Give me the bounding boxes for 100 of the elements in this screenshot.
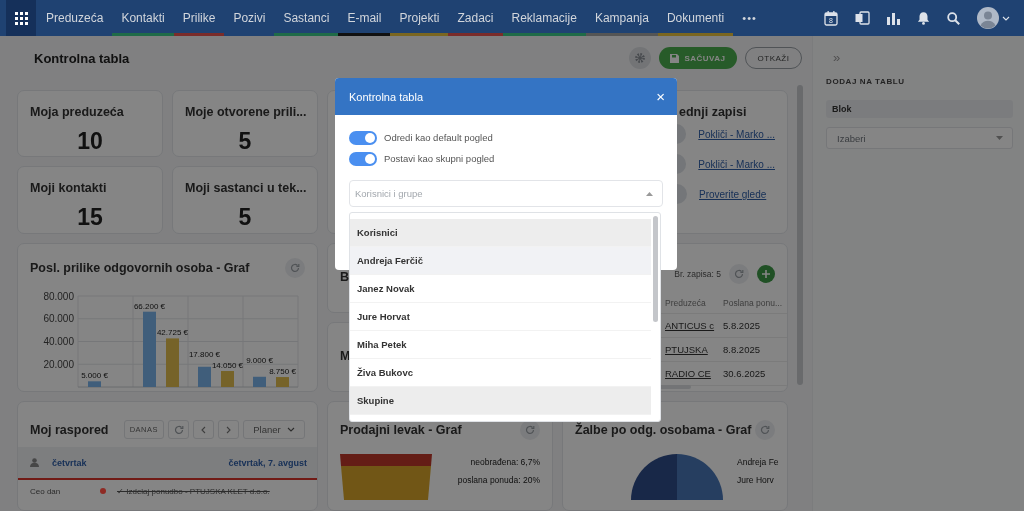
refresh-icon (290, 263, 300, 273)
plus-icon (762, 270, 770, 278)
card-title: Moji sastanci u tek... (185, 181, 305, 195)
chart-label: poslana ponuda: 20% (457, 475, 540, 485)
refresh-icon (760, 425, 770, 435)
dropdown-option[interactable]: Miha Petek (350, 331, 651, 359)
axis-tick-label: 60.000 (43, 313, 74, 325)
company-link[interactable]: ANTICUS c (661, 320, 719, 331)
dialog-title: Kontrolna tabla (349, 90, 423, 103)
nav-tab[interactable]: Sastanci (274, 0, 339, 36)
add-button[interactable] (757, 265, 775, 283)
nav-tab[interactable]: Pozivi (224, 0, 275, 36)
group-header: Korisnici (350, 219, 651, 247)
column-header: Poslana ponu... (722, 297, 784, 308)
nav-tab[interactable]: Preduzeća (37, 0, 113, 36)
bar (166, 338, 179, 387)
gear-icon (634, 52, 646, 64)
avatar[interactable] (977, 7, 999, 29)
view-dropdown[interactable]: Planer (243, 420, 305, 439)
nav-tab[interactable]: Dokumenti (657, 0, 734, 36)
users-groups-field[interactable]: Korisnici i grupe (349, 180, 663, 207)
nav-tab[interactable]: Kontakti (112, 0, 174, 36)
data-label: 17.800 € (188, 350, 221, 359)
dropdown-option[interactable]: Andreja Ferčič (350, 247, 651, 275)
nav-tab[interactable]: Kampanja (585, 0, 658, 36)
nav-tab[interactable]: Projekti (390, 0, 449, 36)
next-button[interactable] (218, 420, 239, 439)
bar (253, 376, 266, 387)
table-cell-text: 30.6.2025 (722, 368, 767, 379)
chart-label: Jure Horv (737, 475, 775, 485)
bar (221, 371, 234, 387)
grid-icon (14, 11, 28, 25)
record-count: Br. zapisa: 5 (674, 269, 721, 279)
stat-value: 5 (237, 128, 253, 155)
chevron-right-icon (226, 425, 231, 434)
sidebar-title: DODAJ NA TABLU (826, 77, 906, 86)
caret-icon (286, 427, 295, 432)
squares-icon[interactable] (855, 11, 870, 25)
section-header: Blok (826, 100, 1013, 118)
card-title: Moji kontakti (30, 181, 108, 195)
card-title: B (340, 270, 351, 284)
bar (198, 366, 211, 387)
card-title: Posl. prilike odgovornih osoba - Graf (30, 261, 250, 275)
apps-menu-button[interactable] (6, 0, 36, 36)
dropdown-option[interactable]: Jure Horvat (350, 303, 651, 331)
scrollbar[interactable] (653, 216, 658, 322)
close-button[interactable]: × (656, 89, 665, 104)
caret-icon (646, 191, 653, 196)
card-title: Moja preduzeća (30, 105, 125, 119)
refresh-icon (525, 425, 535, 435)
company-link[interactable]: RADIO CE (661, 368, 719, 379)
search-icon[interactable] (947, 11, 960, 25)
data-label: 9.000 € (246, 356, 273, 366)
stat-value: 10 (76, 128, 104, 155)
data-label: 8.750 € (269, 367, 296, 377)
caret-icon (996, 136, 1003, 140)
more-menu-button[interactable]: ••• (733, 0, 766, 36)
chart-label: Andreja Fe (737, 457, 779, 467)
nav-tab[interactable]: E-mail (338, 0, 391, 36)
card-title: Prodajni levak - Graf (340, 423, 462, 437)
settings-button[interactable] (629, 47, 651, 69)
stat-value: 5 (237, 204, 253, 231)
chevron-left-icon (201, 425, 206, 434)
record-link[interactable]: Pokliči - Marko ... (698, 128, 775, 140)
card-title: Moje otvorene prili... (185, 105, 305, 119)
axis-tick-label: 80.000 (43, 290, 74, 302)
axis-tick-label: 20.000 (43, 358, 74, 370)
previous-button[interactable] (193, 420, 214, 439)
card-title: Žalbe po odg. osobama - Graf (575, 423, 752, 437)
axis-tick-label: 40.000 (43, 336, 74, 347)
person-icon (30, 458, 39, 467)
event-title[interactable]: ✓ Izdelaj ponudbo - PTUJSKA KLET d.o.o. (117, 486, 270, 496)
bell-icon[interactable] (917, 11, 930, 25)
refresh-button[interactable] (520, 420, 540, 440)
bar (88, 381, 101, 387)
company-link[interactable]: PTUJSKA (661, 344, 719, 355)
refresh-icon (734, 269, 744, 279)
nav-tab[interactable]: Prilike (173, 0, 225, 36)
column-header: Preduzeća (664, 297, 707, 308)
group-header: Skupine (350, 387, 651, 415)
refresh-icon (173, 424, 184, 435)
stat-value: 15 (76, 204, 104, 231)
bar-chart-icon[interactable] (887, 11, 900, 25)
toggle-label: Postavi kao skupni pogled (384, 153, 495, 164)
data-label: 5.000 € (81, 371, 108, 381)
block-select[interactable]: Izaberi (826, 127, 1013, 149)
toggle-switch[interactable] (349, 130, 377, 145)
event-time: Ceo dan (30, 486, 62, 496)
dropdown-option[interactable]: Janez Novak (350, 275, 651, 303)
card-title: Moj raspored (30, 422, 109, 437)
record-link[interactable]: Proverite glede (699, 188, 767, 200)
data-label: 14.050 € (211, 361, 244, 370)
data-label: 66.200 € (133, 301, 166, 311)
chart-label: neobrađena: 6,7% (470, 457, 540, 467)
table-cell-text: 8.8.2025 (722, 344, 761, 355)
nav-tab[interactable]: Reklamacije (502, 0, 586, 36)
nav-tab[interactable]: Zadaci (448, 0, 503, 36)
bar (276, 377, 289, 387)
toggle-switch[interactable] (349, 151, 377, 166)
record-link[interactable]: Pokliči - Marko ... (698, 158, 775, 170)
